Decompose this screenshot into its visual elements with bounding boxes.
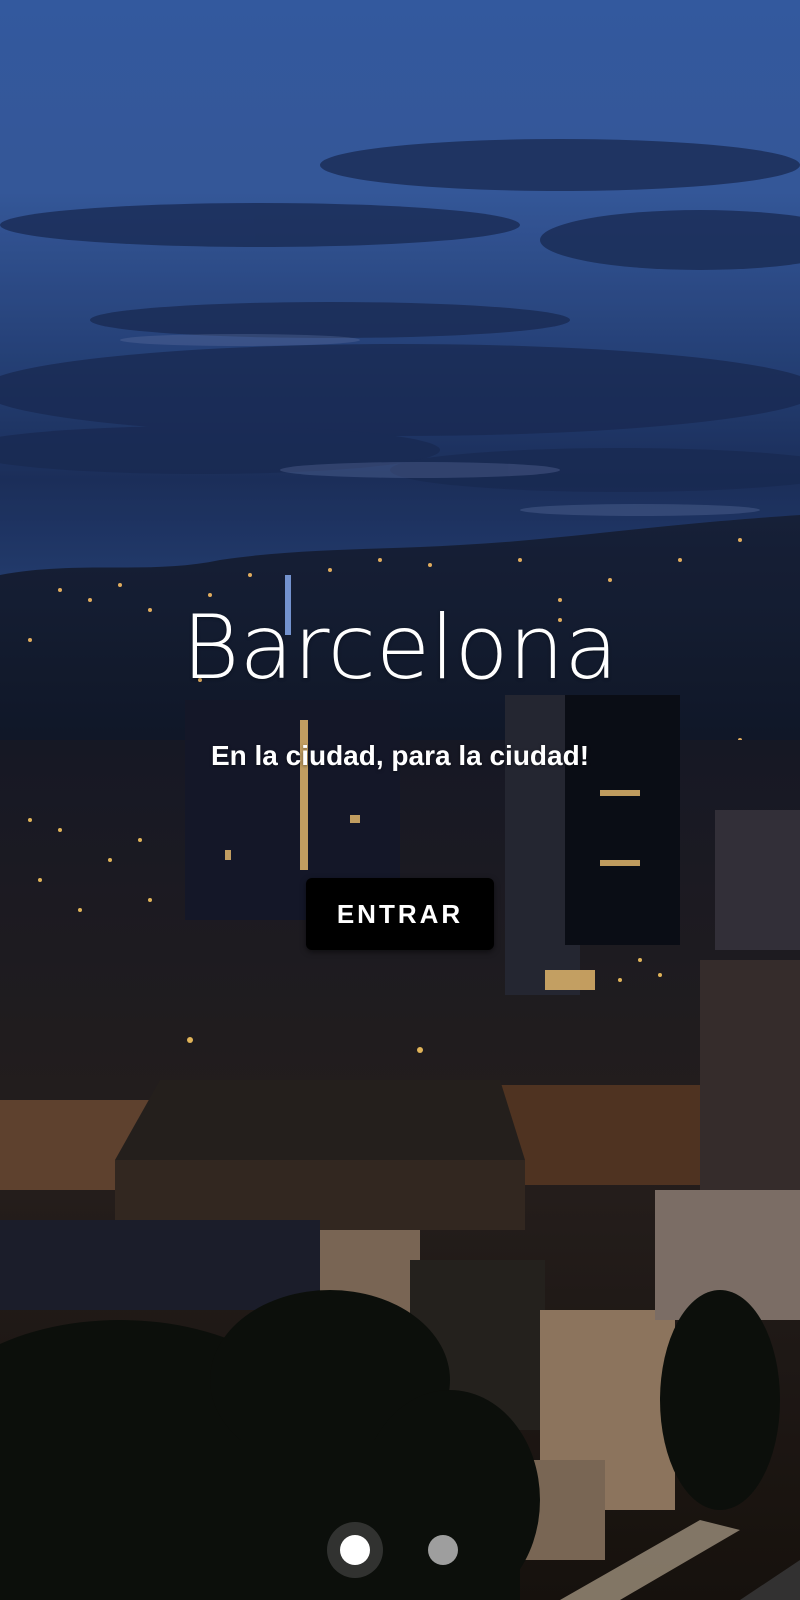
- hero-content: Barcelona En la ciudad, para la ciudad! …: [0, 0, 800, 1600]
- page-dot-2[interactable]: [428, 1535, 458, 1565]
- page-dot-1-active[interactable]: [340, 1535, 370, 1565]
- page-indicator: [0, 1522, 800, 1578]
- onboarding-screen: Barcelona En la ciudad, para la ciudad! …: [0, 0, 800, 1600]
- page-title: Barcelona: [181, 596, 619, 699]
- enter-button[interactable]: ENTRAR: [306, 878, 494, 950]
- page-subtitle: En la ciudad, para la ciudad!: [210, 740, 590, 771]
